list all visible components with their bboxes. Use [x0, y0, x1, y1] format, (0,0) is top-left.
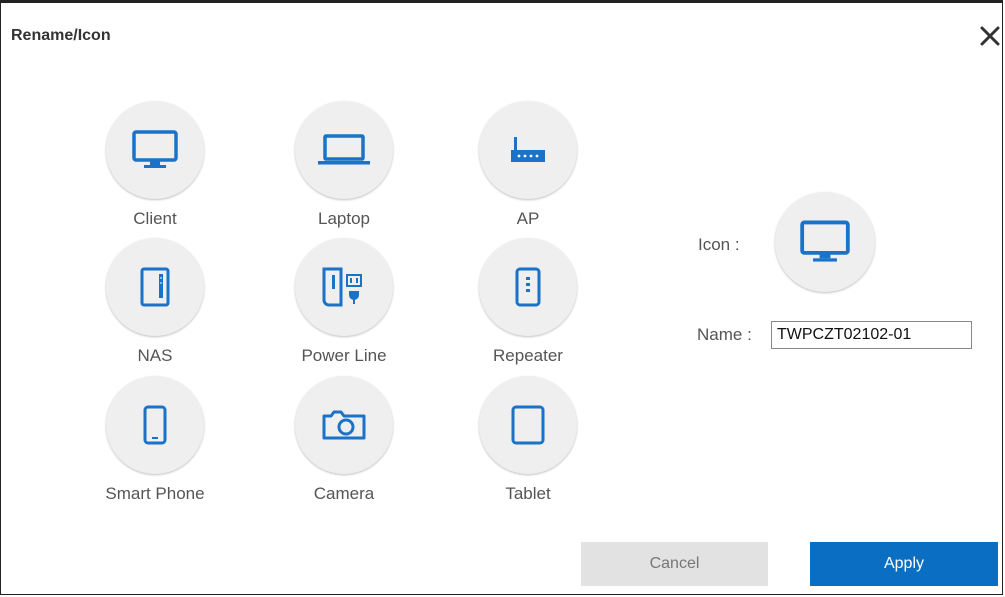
router-icon — [479, 101, 577, 199]
laptop-icon — [295, 101, 393, 199]
icon-option-client[interactable]: Client — [95, 101, 215, 241]
tablet-icon — [479, 376, 577, 474]
monitor-icon — [775, 192, 875, 292]
icon-option-label: AP — [516, 209, 540, 228]
icon-option-label: Smart Phone — [105, 484, 205, 503]
name-label: Name : — [697, 325, 752, 344]
icon-label: Icon : — [698, 235, 740, 254]
icon-option-label: NAS — [137, 346, 173, 365]
dialog-title: Rename/Icon — [11, 27, 111, 44]
icon-option-label: Power Line — [301, 346, 387, 365]
icon-option-label: Client — [133, 209, 177, 228]
name-input[interactable] — [771, 321, 972, 349]
icon-option-label: Camera — [313, 484, 375, 503]
repeater-icon — [479, 238, 577, 336]
monitor-icon — [106, 101, 204, 199]
icon-option-label: Tablet — [505, 484, 551, 503]
icon-option-label: Repeater — [493, 346, 563, 365]
cancel-button[interactable]: Cancel — [581, 542, 768, 586]
close-icon[interactable] — [977, 23, 1003, 49]
icon-option-tablet[interactable]: Tablet — [468, 376, 588, 516]
icon-option-power-line[interactable]: Power Line — [284, 238, 404, 378]
icon-option-nas[interactable]: NAS — [95, 238, 215, 378]
power-line-icon — [295, 238, 393, 336]
apply-button[interactable]: Apply — [810, 542, 998, 586]
rename-icon-dialog: Rename/Icon Client Laptop AP NAS Power L… — [0, 0, 1003, 595]
icon-option-label: Laptop — [318, 209, 370, 228]
icon-option-camera[interactable]: Camera — [284, 376, 404, 516]
icon-option-ap[interactable]: AP — [468, 101, 588, 241]
icon-option-repeater[interactable]: Repeater — [468, 238, 588, 378]
icon-option-smart-phone[interactable]: Smart Phone — [95, 376, 215, 516]
nas-icon — [106, 238, 204, 336]
icon-option-laptop[interactable]: Laptop — [284, 101, 404, 241]
smartphone-icon — [106, 376, 204, 474]
camera-icon — [295, 376, 393, 474]
